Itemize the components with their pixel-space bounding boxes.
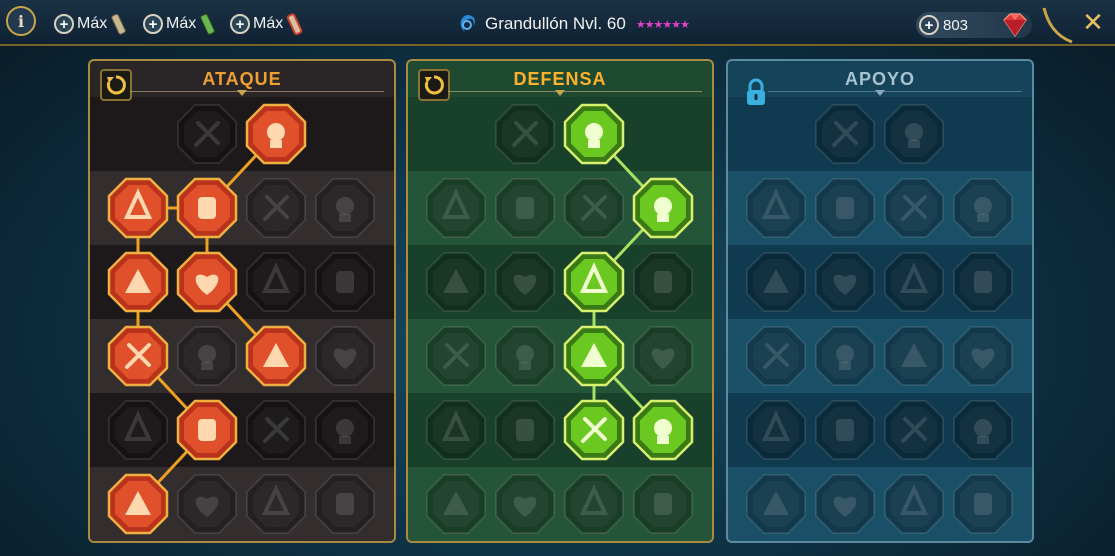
muscle-icon[interactable] <box>314 399 376 461</box>
support-panel: APOYO <box>726 59 1034 543</box>
close-icon: ✕ <box>1082 8 1104 38</box>
plus-icon[interactable]: + <box>54 14 74 34</box>
demon-icon[interactable] <box>107 177 169 239</box>
spike-icon[interactable] <box>494 399 556 461</box>
bleeding-heart-icon[interactable] <box>107 325 169 387</box>
warrior-icon[interactable] <box>563 177 625 239</box>
shield-grid-icon[interactable] <box>494 103 556 165</box>
skull-cloak-icon[interactable] <box>245 251 307 313</box>
compass-star-icon[interactable] <box>745 399 807 461</box>
gems-value: 803 <box>943 16 969 34</box>
ankh-icon[interactable] <box>494 325 556 387</box>
plus-icon[interactable]: + <box>230 14 250 34</box>
eagle-icon[interactable] <box>952 473 1014 535</box>
praying-hands-icon[interactable] <box>745 177 807 239</box>
skull-rings-icon[interactable] <box>883 177 945 239</box>
spiked-skull-icon[interactable] <box>563 399 625 461</box>
sunburst-icon[interactable] <box>952 325 1014 387</box>
figure-icon[interactable] <box>952 251 1014 313</box>
horned-head-icon[interactable] <box>245 473 307 535</box>
fist-icon[interactable] <box>176 325 238 387</box>
tentacles-icon[interactable] <box>883 251 945 313</box>
info-button[interactable]: i <box>6 6 36 36</box>
death-skull-icon[interactable] <box>814 473 876 535</box>
helmet-icon[interactable] <box>176 473 238 535</box>
bull-icon[interactable] <box>632 325 694 387</box>
chain-lightning-icon[interactable] <box>314 325 376 387</box>
hooded-icon[interactable] <box>632 251 694 313</box>
close-button[interactable]: ✕ <box>1078 8 1108 38</box>
runner-icon[interactable] <box>425 399 487 461</box>
scroll-resource[interactable]: + Máx <box>54 11 129 37</box>
dodge-icon[interactable] <box>425 251 487 313</box>
red-scroll-resource[interactable]: + Máx <box>230 11 305 37</box>
swirl-icon[interactable] <box>883 103 945 165</box>
affinity-icon <box>460 15 475 32</box>
grasp-icon[interactable] <box>632 399 694 461</box>
hammer-icon[interactable] <box>563 473 625 535</box>
skulls-icon[interactable] <box>176 399 238 461</box>
corner-ornament-icon <box>1042 7 1073 44</box>
champion-name: Grandullón Nvl. 60 <box>485 14 626 33</box>
arrows-body-icon[interactable] <box>107 251 169 313</box>
red-scroll-resource-label: Máx <box>253 15 284 32</box>
scroll-resource-label: Máx <box>77 15 108 32</box>
open-hand-icon[interactable] <box>563 325 625 387</box>
warrior-skull-icon[interactable] <box>314 473 376 535</box>
boot-icon[interactable] <box>814 399 876 461</box>
scroll-icon <box>111 13 127 35</box>
axe-strike-icon[interactable] <box>245 325 307 387</box>
book-icon[interactable] <box>883 325 945 387</box>
defense-panel: DEFENSA <box>406 59 714 543</box>
raised-fist-icon[interactable] <box>563 103 625 165</box>
attack-panel: ATAQUE <box>88 59 396 543</box>
heart-sparkle-icon[interactable] <box>814 103 876 165</box>
ruby-icon <box>1003 13 1027 38</box>
heart-skull-icon[interactable] <box>563 251 625 313</box>
scale-shield-icon[interactable] <box>494 473 556 535</box>
bomb-icon[interactable] <box>745 473 807 535</box>
wind-icon[interactable] <box>952 177 1014 239</box>
claw-icon[interactable] <box>314 251 376 313</box>
plus-icon[interactable]: + <box>143 14 163 34</box>
crossed-swords-icon[interactable] <box>176 103 238 165</box>
sword-burst-icon[interactable] <box>107 473 169 535</box>
hand-heart-icon[interactable] <box>494 177 556 239</box>
knight-icon[interactable] <box>883 473 945 535</box>
lightning-shield-icon[interactable] <box>814 251 876 313</box>
green-scroll-resource-label: Máx <box>166 15 197 32</box>
dancer-icon[interactable] <box>952 399 1014 461</box>
scratch-icon[interactable] <box>107 399 169 461</box>
titan-icon[interactable] <box>632 473 694 535</box>
blade-slash-icon[interactable] <box>245 103 307 165</box>
shield-split-icon[interactable] <box>494 251 556 313</box>
spiked-heart-icon[interactable] <box>314 177 376 239</box>
red-scroll-icon <box>287 13 303 36</box>
eye-icon[interactable] <box>883 399 945 461</box>
fanged-maw-icon[interactable] <box>176 251 238 313</box>
healer-icon[interactable] <box>745 251 807 313</box>
champion-info: Grandullón Nvl. 60 ★★★★★★ <box>455 12 690 36</box>
green-scroll-icon <box>200 13 216 35</box>
gems-counter[interactable]: + 803 <box>916 12 1032 38</box>
shield-arrow-icon[interactable] <box>245 177 307 239</box>
meteor-icon[interactable] <box>814 325 876 387</box>
top-bar: i + Máx + Máx + Máx Grandullón Nvl. 60 ★… <box>0 0 1115 46</box>
cloak-icon[interactable] <box>425 177 487 239</box>
guardian-icon[interactable] <box>425 473 487 535</box>
info-icon: i <box>17 11 25 31</box>
green-scroll-resource[interactable]: + Máx <box>143 11 218 37</box>
star-rating: ★★★★★★ <box>635 18 690 31</box>
aura-shield-icon[interactable] <box>814 177 876 239</box>
triple-strike-icon[interactable] <box>176 177 238 239</box>
chained-heart-icon[interactable] <box>745 325 807 387</box>
blade-shield-icon[interactable] <box>245 399 307 461</box>
strong-man-icon[interactable] <box>425 325 487 387</box>
crossed-blades-icon[interactable] <box>632 177 694 239</box>
plus-icon[interactable]: + <box>919 15 939 35</box>
